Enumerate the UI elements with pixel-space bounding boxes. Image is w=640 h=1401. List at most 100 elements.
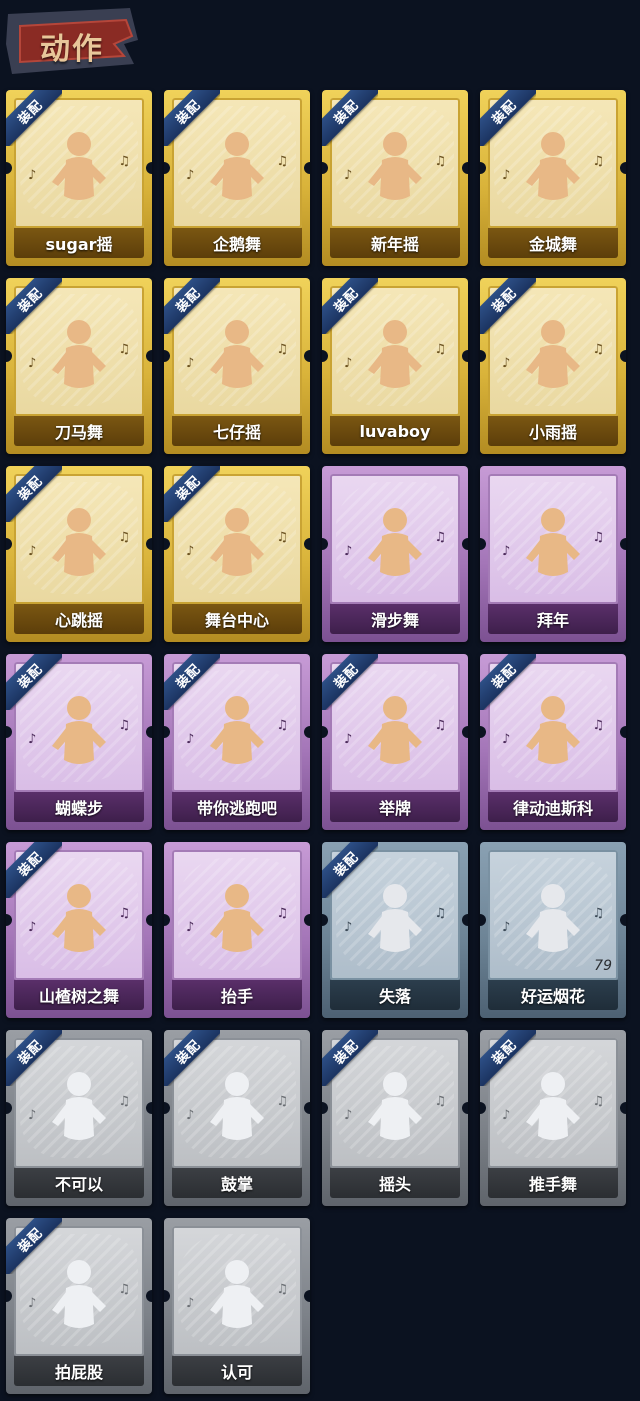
- equipped-badge-label: 装配: [173, 285, 204, 316]
- music-note-icon: ♫: [276, 718, 288, 733]
- emote-card[interactable]: ♪ ♫ 山楂树之舞 装配: [6, 842, 152, 1018]
- equipped-badge: 装配: [6, 1218, 62, 1274]
- music-note-icon: ♫: [118, 906, 130, 921]
- emote-card[interactable]: ♪ ♫ 心跳摇 装配: [6, 466, 152, 642]
- music-note-icon: ♫: [118, 718, 130, 733]
- emote-card[interactable]: ♪ ♫ 新年摇 装配: [322, 90, 468, 266]
- equipped-badge: 装配: [322, 278, 378, 334]
- emote-card[interactable]: ♪ ♫ 刀马舞 装配: [6, 278, 152, 454]
- emote-card[interactable]: ♪ ♫ 失落 装配: [322, 842, 468, 1018]
- music-note-icon: ♫: [592, 906, 604, 921]
- music-note-icon: ♪: [502, 920, 511, 935]
- equipped-badge: 装配: [480, 1030, 536, 1086]
- emote-name: 蝴蝶步: [14, 792, 144, 822]
- emote-card[interactable]: ♪ ♫ 鼓掌 装配: [164, 1030, 310, 1206]
- music-note-icon: ♫: [276, 530, 288, 545]
- equipped-badge-label: 装配: [15, 1037, 46, 1068]
- emote-card-art: ♪ ♫: [172, 1226, 302, 1356]
- music-note-icon: ♪: [28, 920, 37, 935]
- music-note-icon: ♪: [186, 920, 195, 935]
- music-note-icon: ♪: [28, 732, 37, 747]
- emote-card[interactable]: ♪ ♫ 蝴蝶步 装配: [6, 654, 152, 830]
- emote-card[interactable]: ♪ ♫ 小雨摇 装配: [480, 278, 626, 454]
- emote-card[interactable]: ♪ ♫ 带你逃跑吧 装配: [164, 654, 310, 830]
- emote-name: 带你逃跑吧: [172, 792, 302, 822]
- music-note-icon: ♪: [186, 544, 195, 559]
- emote-name: 刀马舞: [14, 416, 144, 446]
- equipped-badge: 装配: [6, 654, 62, 710]
- music-note-icon: ♫: [118, 1094, 130, 1109]
- emote-card[interactable]: ♪ ♫ sugar摇 装配: [6, 90, 152, 266]
- raise-hand-icon: [202, 878, 272, 968]
- equipped-badge-label: 装配: [489, 285, 520, 316]
- equipped-badge: 装配: [6, 466, 62, 522]
- emote-card[interactable]: ♪ ♫ 79 好运烟花: [480, 842, 626, 1018]
- equipped-badge: 装配: [164, 1030, 220, 1086]
- equipped-badge: 装配: [6, 278, 62, 334]
- emote-card-art: ♪ ♫: [330, 474, 460, 604]
- equipped-badge-label: 装配: [15, 1225, 46, 1256]
- emote-card[interactable]: ♪ ♫ 企鹅舞 装配: [164, 90, 310, 266]
- equipped-badge: 装配: [480, 654, 536, 710]
- emote-card[interactable]: ♪ ♫ 认可: [164, 1218, 310, 1394]
- equipped-badge: 装配: [6, 842, 62, 898]
- emote-card[interactable]: ♪ ♫ luvaboy 装配: [322, 278, 468, 454]
- music-note-icon: ♫: [276, 342, 288, 357]
- equipped-badge-label: 装配: [331, 661, 362, 692]
- music-note-icon: ♫: [592, 718, 604, 733]
- emote-name: 企鹅舞: [172, 228, 302, 258]
- music-note-icon: ♫: [592, 1094, 604, 1109]
- equipped-badge-label: 装配: [173, 661, 204, 692]
- emote-name: 律动迪斯科: [488, 792, 618, 822]
- emote-name: 好运烟花: [488, 980, 618, 1010]
- equipped-badge-label: 装配: [331, 97, 362, 128]
- emote-name: sugar摇: [14, 228, 144, 258]
- emote-card[interactable]: ♪ ♫ 抬手: [164, 842, 310, 1018]
- bow-figure-icon: [518, 502, 588, 592]
- equipped-badge-label: 装配: [489, 1037, 520, 1068]
- emote-name: 推手舞: [488, 1168, 618, 1198]
- section-title: 动作: [40, 32, 104, 67]
- emote-name: 不可以: [14, 1168, 144, 1198]
- music-note-icon: ♪: [344, 1108, 353, 1123]
- emote-name: 滑步舞: [330, 604, 460, 634]
- emote-name: 心跳摇: [14, 604, 144, 634]
- emote-name: 拍屁股: [14, 1356, 144, 1386]
- emote-card[interactable]: ♪ ♫ 拜年: [480, 466, 626, 642]
- emote-card[interactable]: ♪ ♫ 七仔摇 装配: [164, 278, 310, 454]
- equipped-badge: 装配: [480, 90, 536, 146]
- equipped-badge-label: 装配: [489, 661, 520, 692]
- music-note-icon: ♪: [344, 544, 353, 559]
- equipped-badge: 装配: [322, 842, 378, 898]
- equipped-badge-label: 装配: [331, 849, 362, 880]
- section-header-tab: 动作: [6, 4, 138, 76]
- emote-card[interactable]: ♪ ♫ 推手舞 装配: [480, 1030, 626, 1206]
- music-note-icon: ♪: [344, 732, 353, 747]
- equipped-badge-label: 装配: [15, 661, 46, 692]
- equipped-badge: 装配: [322, 1030, 378, 1086]
- thumbs-up-icon: [202, 1254, 272, 1344]
- music-note-icon: ♫: [118, 1282, 130, 1297]
- music-note-icon: ♫: [276, 154, 288, 169]
- music-note-icon: ♫: [276, 906, 288, 921]
- emote-card[interactable]: ♪ ♫ 律动迪斯科 装配: [480, 654, 626, 830]
- emote-card[interactable]: ♪ ♫ 舞台中心 装配: [164, 466, 310, 642]
- equipped-badge-label: 装配: [331, 285, 362, 316]
- equipped-badge: 装配: [322, 654, 378, 710]
- music-note-icon: ♫: [434, 718, 446, 733]
- music-note-icon: ♫: [118, 342, 130, 357]
- equipped-badge-label: 装配: [173, 1037, 204, 1068]
- emote-card[interactable]: ♪ ♫ 不可以 装配: [6, 1030, 152, 1206]
- music-note-icon: ♪: [186, 1296, 195, 1311]
- emote-card[interactable]: ♪ ♫ 金城舞 装配: [480, 90, 626, 266]
- music-note-icon: ♫: [434, 1094, 446, 1109]
- emote-card[interactable]: ♪ ♫ 摇头 装配: [322, 1030, 468, 1206]
- equipped-badge-label: 装配: [173, 97, 204, 128]
- equipped-badge-label: 装配: [331, 1037, 362, 1068]
- music-note-icon: ♫: [434, 342, 446, 357]
- emote-card[interactable]: ♪ ♫ 举牌 装配: [322, 654, 468, 830]
- emote-card[interactable]: ♪ ♫ 拍屁股 装配: [6, 1218, 152, 1394]
- emote-card[interactable]: ♪ ♫ 滑步舞: [322, 466, 468, 642]
- emote-card-art: ♪ ♫: [172, 850, 302, 980]
- emote-name: luvaboy: [330, 416, 460, 446]
